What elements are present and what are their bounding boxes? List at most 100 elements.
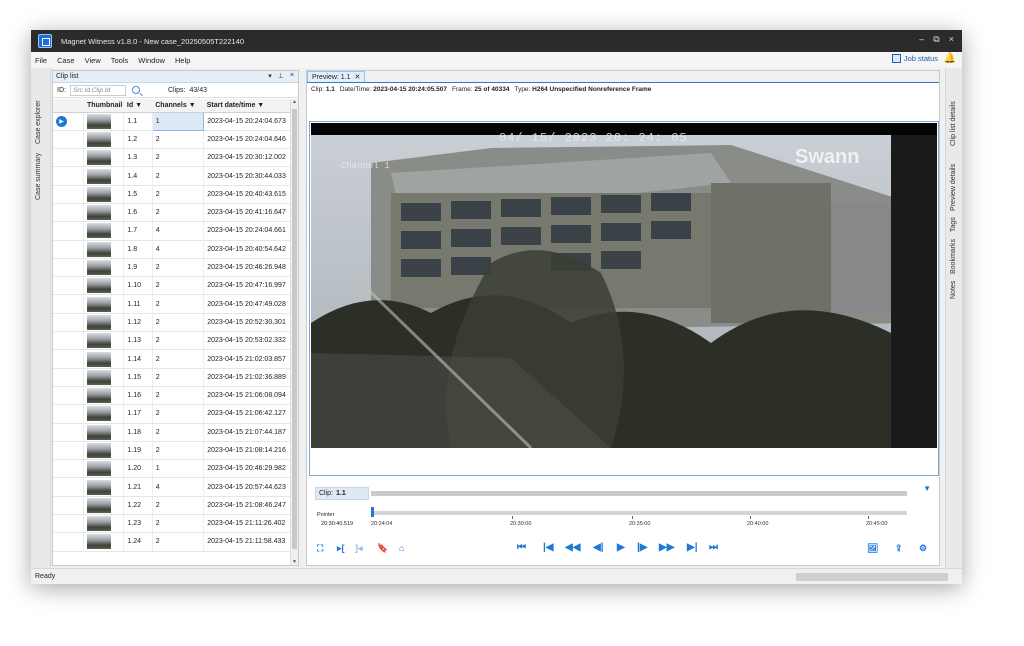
previous-clip-icon[interactable]: |◀ [543,540,554,556]
menu-file[interactable]: File [31,56,52,65]
column-thumbnail[interactable]: Thumbnail [83,99,124,113]
table-row[interactable]: 1.15 2 2023-04-15 21:02:36.889 [53,368,291,387]
table-row[interactable]: 1.11 2 2023-04-15 20:47:49.028 [53,294,291,314]
column-start-date[interactable]: Start date/time ▼ [203,99,291,113]
close-button[interactable]: × [949,34,954,45]
table-row[interactable]: 1.17 2 2023-04-15 21:06:42.127 [53,404,291,424]
menu-help[interactable]: Help [170,56,195,65]
table-row[interactable]: 1.22 2 2023-04-15 21:08:46.247 [53,496,291,516]
row-selector[interactable] [53,441,85,461]
restore-button[interactable]: ⧉ [933,34,939,45]
job-status-button[interactable]: Job status [891,54,938,63]
timeline-ruler[interactable] [371,511,907,515]
table-row[interactable]: ▶ 1.1 1 2023-04-15 20:24:04.673 [53,111,291,131]
row-selector[interactable]: ▶ [53,112,85,131]
row-selector[interactable] [53,130,85,150]
clip-list-scrollbar[interactable]: ▲ ▼ [290,99,298,565]
row-selector[interactable] [53,148,85,168]
table-row[interactable]: 1.7 4 2023-04-15 20:24:04.661 [53,221,291,241]
table-row[interactable]: 1.12 2 2023-04-15 20:52:30.301 [53,313,291,333]
panel-pin-button[interactable]: ⊥ [278,72,284,80]
tab-case-summary[interactable]: Case summary [35,153,42,200]
play-icon[interactable]: ▶ [617,540,625,556]
tag-icon[interactable]: ⌂ [399,540,404,556]
row-selector[interactable] [53,313,85,333]
panel-close-button[interactable]: × [290,72,294,80]
table-row[interactable]: 1.16 2 2023-04-15 21:06:08.094 [53,386,291,406]
go-to-end-icon[interactable]: ⏭ [709,540,718,556]
tab-preview[interactable]: Preview: 1.1 ✕ [307,71,366,82]
row-selector[interactable] [53,404,85,424]
tab-notes[interactable]: Notes [950,281,957,299]
row-selector[interactable] [53,496,85,516]
table-row[interactable]: 1.4 2 2023-04-15 20:30:44.033 [53,166,291,186]
table-row[interactable]: 1.8 4 2023-04-15 20:40:54.642 [53,240,291,259]
fullscreen-icon[interactable]: ⛶ [317,540,323,556]
close-tab-icon[interactable]: ✕ [355,73,361,81]
settings-gear-icon[interactable]: ⚙ [919,540,927,556]
video-preview[interactable]: 04/ 15/ 2023 20: 24: 05 Channel 1 Swann [311,123,937,448]
row-selector[interactable] [53,258,85,278]
table-row[interactable]: 1.10 2 2023-04-15 20:47:16.997 [53,276,291,296]
next-clip-icon[interactable]: ▶| [687,540,698,556]
row-selector[interactable] [53,423,85,442]
bookmark-icon[interactable]: 🔖 [377,540,388,556]
table-row[interactable]: 1.2 2 2023-04-15 20:24:04.646 [53,130,291,150]
row-selector[interactable] [53,349,85,369]
row-selector[interactable] [53,477,85,497]
row-selector[interactable] [53,166,85,186]
menu-tools[interactable]: Tools [106,56,134,65]
go-to-start-icon[interactable]: ⏮ [517,540,526,556]
table-row[interactable]: 1.6 2 2023-04-15 20:41:16.647 [53,203,291,223]
table-row[interactable]: 1.24 2 2023-04-15 21:11:58.433 [53,532,291,552]
row-selector[interactable] [53,185,85,204]
tab-clip-list-details[interactable]: Clip list details [950,101,957,146]
minimize-button[interactable]: – [919,34,924,45]
mark-out-icon[interactable]: ]◂ [355,540,363,556]
scroll-down-icon[interactable]: ▼ [292,559,297,565]
table-row[interactable]: 1.20 1 2023-04-15 20:46:29.982 [53,459,291,479]
table-row[interactable]: 1.21 4 2023-04-15 20:57:44.623 [53,477,291,497]
scroll-up-icon[interactable]: ▲ [292,99,297,105]
table-row[interactable]: 1.5 2 2023-04-15 20:40:43.615 [53,185,291,204]
share-export-icon[interactable]: ⇪ [895,540,903,556]
table-row[interactable]: 1.19 2 2023-04-15 21:08:14.216 [53,441,291,461]
table-row[interactable]: 1.23 2 2023-04-15 21:11:26.402 [53,514,291,534]
search-icon[interactable] [131,86,140,94]
table-row[interactable]: 1.3 2 2023-04-15 20:30:12.002 [53,148,291,168]
filter-icon[interactable]: ▼ [257,102,264,109]
tab-bookmarks[interactable]: Bookmarks [950,239,957,274]
row-selector[interactable] [53,240,85,259]
timeline-playhead[interactable] [371,507,374,517]
row-selector[interactable] [53,203,85,223]
clip-track-bar[interactable] [371,491,907,496]
row-selector[interactable] [53,368,85,387]
export-frame-icon[interactable]: 🖼 [867,540,878,556]
row-selector[interactable] [53,221,85,241]
expand-timeline-icon[interactable]: ▼ [923,484,931,493]
row-selector[interactable] [53,532,85,552]
row-selector[interactable] [53,331,85,351]
tab-case-explorer[interactable]: Case explorer [35,100,42,144]
menu-window[interactable]: Window [133,56,170,65]
id-filter-input[interactable]: Src Id.Clip Id [69,84,126,96]
row-selector[interactable] [53,459,85,479]
bell-icon[interactable]: 🔔 [944,53,956,64]
filter-icon[interactable]: ▼ [189,102,196,109]
panel-menu-button[interactable]: ▾ [268,72,272,80]
rewind-icon[interactable]: ◀◀ [565,540,580,556]
row-selector[interactable] [53,276,85,296]
fast-forward-icon[interactable]: ▶▶ [659,540,674,556]
filter-icon[interactable]: ▼ [135,102,142,109]
table-row[interactable]: 1.9 2 2023-04-15 20:46:26.948 [53,258,291,278]
row-selector[interactable] [53,294,85,314]
menu-view[interactable]: View [80,56,106,65]
tab-tags[interactable]: Tags [950,217,957,232]
row-selector[interactable] [53,386,85,406]
table-row[interactable]: 1.14 2 2023-04-15 21:02:03.857 [53,349,291,369]
table-row[interactable]: 1.18 2 2023-04-15 21:07:44.187 [53,423,291,442]
step-back-icon[interactable]: ◀| [593,540,604,556]
row-selector[interactable] [53,514,85,534]
column-id[interactable]: Id ▼ [123,99,153,113]
menu-case[interactable]: Case [52,56,80,65]
